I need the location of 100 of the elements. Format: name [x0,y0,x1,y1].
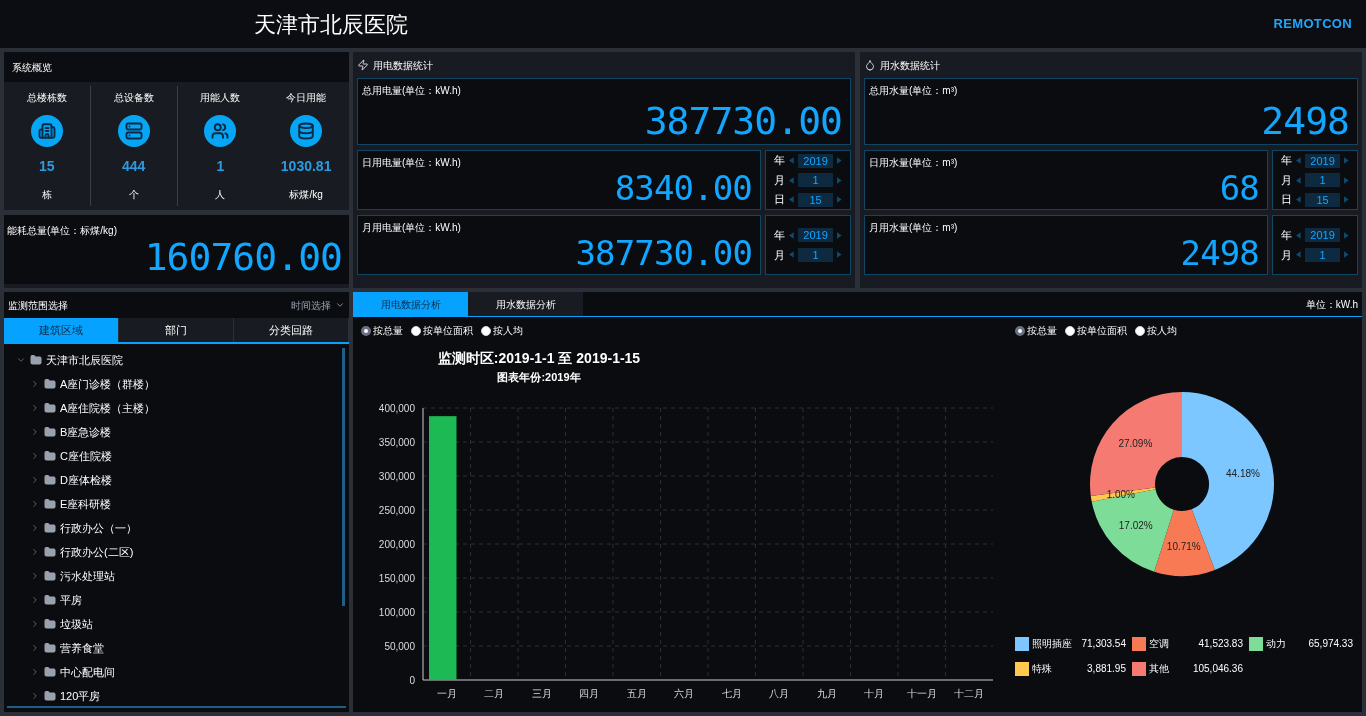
tree-item[interactable]: A座住院楼（主楼） [30,396,342,420]
decrement-arrow-icon[interactable] [789,176,794,184]
decrement-arrow-icon[interactable] [789,157,794,164]
app-title: 天津市北辰医院 [254,10,408,39]
time-select-dropdown[interactable]: 时间选择 [291,297,345,313]
date-value-field[interactable]: 2019 [1304,153,1341,168]
radio-option[interactable]: 按人均 [1135,323,1177,338]
decrement-arrow-icon[interactable] [789,251,794,259]
chevron-right-icon[interactable] [30,427,40,437]
decrement-arrow-icon[interactable] [1296,196,1301,203]
tree-label: D座体检楼 [60,472,112,488]
increment-arrow-icon[interactable] [1344,251,1349,259]
chevron-right-icon[interactable] [30,643,40,653]
card-label: 总用水量(单位：m³) [869,84,959,98]
tree-item[interactable]: 中心配电间 [30,660,342,684]
date-unit: 月 [1281,247,1293,263]
increment-arrow-icon[interactable] [837,176,842,184]
radio-icon[interactable] [1015,325,1025,336]
legend-label: 特殊 [1032,662,1052,676]
date-value-field[interactable]: 2019 [797,153,834,168]
radio-option[interactable]: 按总量 [1015,323,1057,338]
tree-item[interactable]: 污水处理站 [30,564,342,588]
radio-icon[interactable] [361,325,371,336]
scrollbar[interactable] [342,348,345,606]
tree-item[interactable]: 天津市北辰医院 [16,348,342,372]
legend-value: 105,046.36 [1191,662,1244,676]
stat-label: 用能人数 [200,91,241,105]
increment-arrow-icon[interactable] [837,231,842,239]
increment-arrow-icon[interactable] [1344,231,1349,239]
date-value-field[interactable]: 15 [797,192,834,207]
increment-arrow-icon[interactable] [1344,196,1349,203]
tree-item[interactable]: 行政办公(二区) [30,540,342,564]
chevron-right-icon[interactable] [30,403,40,413]
chevron-right-icon[interactable] [30,667,40,677]
date-unit: 年 [774,228,786,243]
tree-item[interactable]: 垃圾站 [30,612,342,636]
tree-item[interactable]: D座体检楼 [30,468,342,492]
increment-arrow-icon[interactable] [837,196,842,203]
increment-arrow-icon[interactable] [837,251,842,259]
logo: REMOTCON [1273,15,1352,34]
chart-subtitle: 图表年份:2019年 [497,370,581,385]
digital-readout: 160760.00 [144,238,342,276]
chevron-right-icon[interactable] [30,619,40,629]
chevron-right-icon[interactable] [30,379,40,389]
decrement-arrow-icon[interactable] [789,196,794,203]
chevron-right-icon[interactable] [30,451,40,461]
chevron-right-icon[interactable] [30,523,40,533]
decrement-arrow-icon[interactable] [1296,157,1301,164]
tree-item[interactable]: 营养食堂 [30,636,342,660]
chevron-right-icon[interactable] [30,571,40,581]
radio-option[interactable]: 按单位面积 [1065,323,1127,338]
tree-label: 120平房 [60,688,101,704]
decrement-arrow-icon[interactable] [1296,251,1301,259]
scope-tab[interactable]: 部门 [119,318,234,342]
tree-item[interactable]: 120平房 [30,684,342,706]
date-value-field[interactable]: 1 [797,173,834,187]
date-value-field[interactable]: 15 [1304,192,1341,207]
date-value-field[interactable]: 1 [1304,247,1341,262]
date-unit: 年 [1281,153,1293,169]
y-tick-label: 100,000 [378,606,415,618]
date-unit: 月 [1281,172,1293,188]
folder-icon [44,618,56,630]
analysis-tab[interactable]: 用电数据分析 [353,292,468,316]
tree-item[interactable]: B座急诊楼 [30,420,342,444]
date-unit: 年 [774,153,786,169]
decrement-arrow-icon[interactable] [1296,231,1301,239]
folder-icon [44,426,56,438]
chevron-down-icon[interactable] [16,355,26,365]
folder-icon [44,522,56,534]
x-tick-label: 五月 [626,687,647,699]
radio-option[interactable]: 按单位面积 [411,323,473,338]
chevron-down-icon[interactable] [335,300,345,310]
chevron-right-icon[interactable] [30,691,40,701]
radio-option[interactable]: 按人均 [481,323,523,338]
horizontal-scrollbar[interactable] [7,706,346,708]
increment-arrow-icon[interactable] [1344,176,1349,184]
increment-arrow-icon[interactable] [837,157,842,164]
decrement-arrow-icon[interactable] [789,231,794,239]
date-value-field[interactable]: 2019 [1304,228,1341,243]
date-value-field[interactable]: 1 [1304,173,1341,187]
date-value-field[interactable]: 2019 [797,228,834,243]
scope-tab[interactable]: 分类回路 [234,318,349,342]
chevron-right-icon[interactable] [30,547,40,557]
analysis-tab[interactable]: 用水数据分析 [468,292,583,316]
scope-tab[interactable]: 建筑区域 [4,318,119,342]
stat-unit: 标煤/kg [289,187,323,202]
tree-item[interactable]: A座门诊楼（群楼） [30,372,342,396]
chevron-right-icon[interactable] [30,475,40,485]
date-value-field[interactable]: 1 [797,247,834,262]
increment-arrow-icon[interactable] [1344,157,1349,164]
chevron-right-icon[interactable] [30,499,40,509]
decrement-arrow-icon[interactable] [1296,176,1301,184]
tree-item[interactable]: 平房 [30,588,342,612]
tree-item[interactable]: C座住院楼 [30,444,342,468]
tree-item[interactable]: 行政办公（一） [30,516,342,540]
radio-option[interactable]: 按总量 [361,323,403,338]
legend-label: 空调 [1149,637,1169,651]
stat-icon [117,114,150,147]
chevron-right-icon[interactable] [30,595,40,605]
tree-item[interactable]: E座科研楼 [30,492,342,516]
